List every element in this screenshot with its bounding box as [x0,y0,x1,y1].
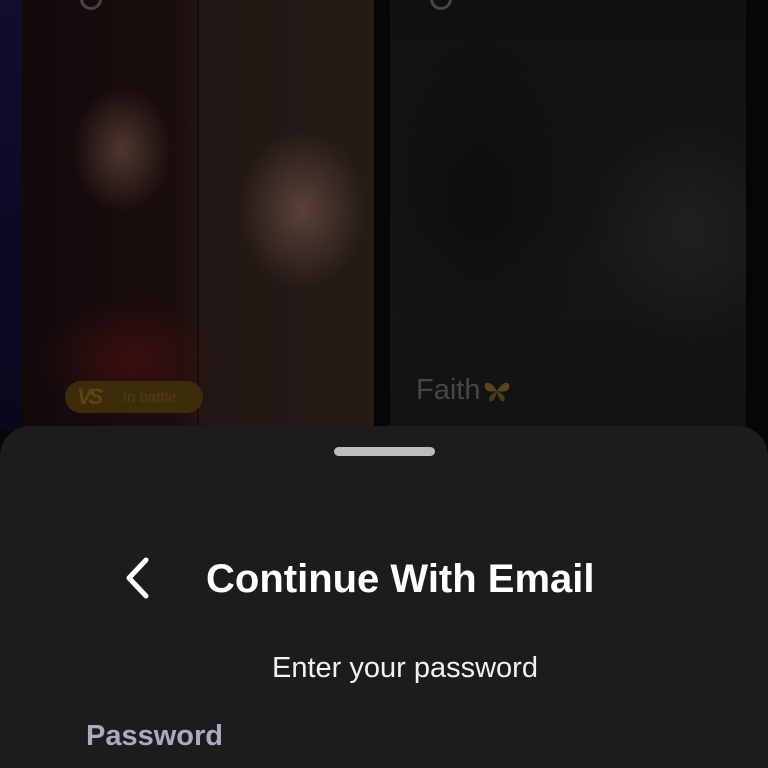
live-feed-background: VS In battle Faith [0,0,768,440]
screen: VS In battle Faith Continue With Email E… [0,0,768,768]
email-login-sheet: Continue With Email Enter your password … [0,426,768,768]
sheet-subtitle: Enter your password [272,652,538,684]
sheet-drag-handle[interactable] [334,447,435,456]
sheet-title: Continue With Email [206,557,595,601]
chevron-left-icon [126,557,149,599]
modal-scrim[interactable] [0,0,768,440]
back-button[interactable] [113,553,163,603]
password-field-label: Password [86,720,223,752]
